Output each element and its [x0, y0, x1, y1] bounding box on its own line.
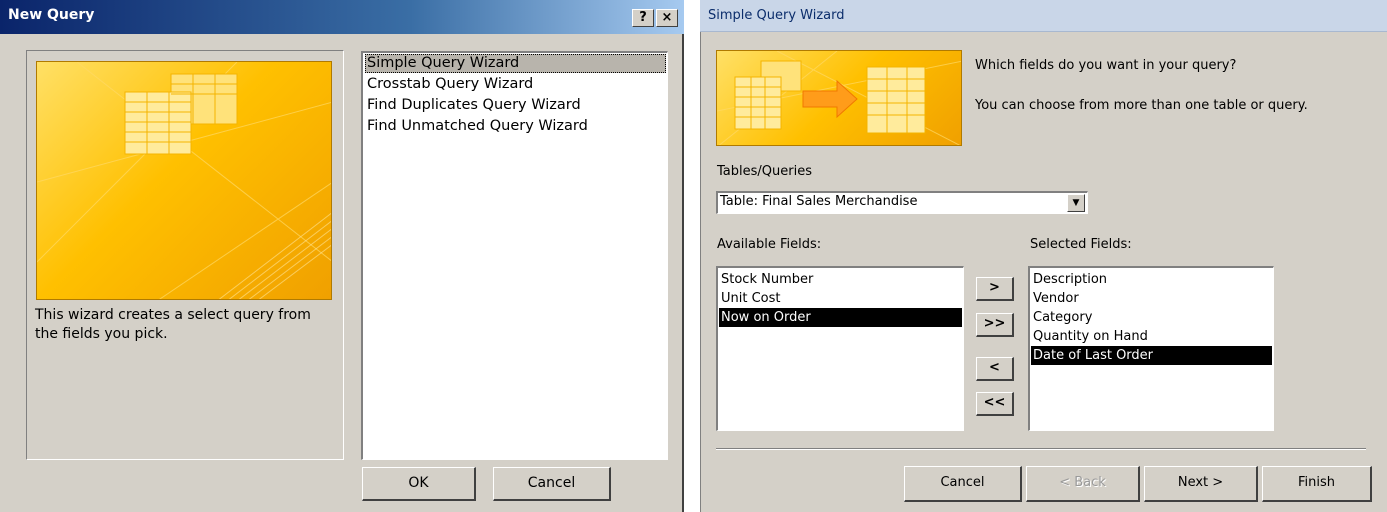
list-item[interactable]: Now on Order — [719, 308, 962, 327]
remove-all-fields-button[interactable]: << — [976, 392, 1014, 416]
wizard-question: Which fields do you want in your query? — [975, 58, 1237, 73]
list-item[interactable]: Quantity on Hand — [1031, 327, 1272, 346]
add-field-button[interactable]: > — [976, 277, 1014, 301]
finish-button[interactable]: Finish — [1262, 466, 1372, 502]
wizard-description: This wizard creates a select query from … — [35, 307, 311, 342]
wizard-list[interactable]: Simple Query Wizard Crosstab Query Wizar… — [361, 51, 668, 460]
help-button[interactable]: ? — [632, 9, 654, 27]
next-button[interactable]: Next > — [1144, 466, 1258, 502]
list-item[interactable]: Vendor — [1031, 289, 1272, 308]
selected-fields-label: Selected Fields: — [1030, 237, 1132, 252]
field-transfer-illustration — [716, 50, 962, 146]
list-item[interactable]: Category — [1031, 308, 1272, 327]
back-button[interactable]: < Back — [1026, 466, 1140, 502]
new-query-title-bar[interactable] — [0, 0, 684, 34]
list-item[interactable]: Stock Number — [719, 270, 962, 289]
ok-button[interactable]: OK — [362, 467, 476, 501]
cancel-button[interactable]: Cancel — [493, 467, 611, 501]
tables-queries-label: Tables/Queries — [717, 164, 812, 179]
table-grid-icon — [37, 62, 331, 299]
wizard-cancel-button[interactable]: Cancel — [904, 466, 1022, 502]
tables-queries-value: Table: Final Sales Merchandise — [720, 194, 918, 209]
available-fields-label: Available Fields: — [717, 237, 822, 252]
available-fields-list[interactable]: Stock Number Unit Cost Now on Order — [716, 266, 964, 431]
new-query-title: New Query — [8, 7, 95, 23]
list-item[interactable]: Unit Cost — [719, 289, 962, 308]
add-all-fields-button[interactable]: >> — [976, 313, 1014, 337]
list-item[interactable]: Description — [1031, 270, 1272, 289]
wizard-option-simple[interactable]: Simple Query Wizard — [365, 54, 666, 73]
wizard-option-find-duplicates[interactable]: Find Duplicates Query Wizard — [365, 96, 666, 115]
divider — [716, 448, 1366, 450]
wizard-option-crosstab[interactable]: Crosstab Query Wizard — [365, 75, 666, 94]
list-item[interactable]: Date of Last Order — [1031, 346, 1272, 365]
simple-query-wizard-title: Simple Query Wizard — [708, 8, 845, 23]
selected-fields-list[interactable]: Description Vendor Category Quantity on … — [1028, 266, 1274, 431]
chevron-down-icon[interactable]: ▼ — [1067, 194, 1085, 212]
remove-field-button[interactable]: < — [976, 357, 1014, 381]
query-wizard-illustration — [36, 61, 332, 300]
wizard-hint: You can choose from more than one table … — [975, 98, 1308, 113]
close-button[interactable]: × — [656, 9, 678, 27]
wizard-option-find-unmatched[interactable]: Find Unmatched Query Wizard — [365, 117, 666, 136]
table-arrow-icon — [717, 51, 961, 145]
